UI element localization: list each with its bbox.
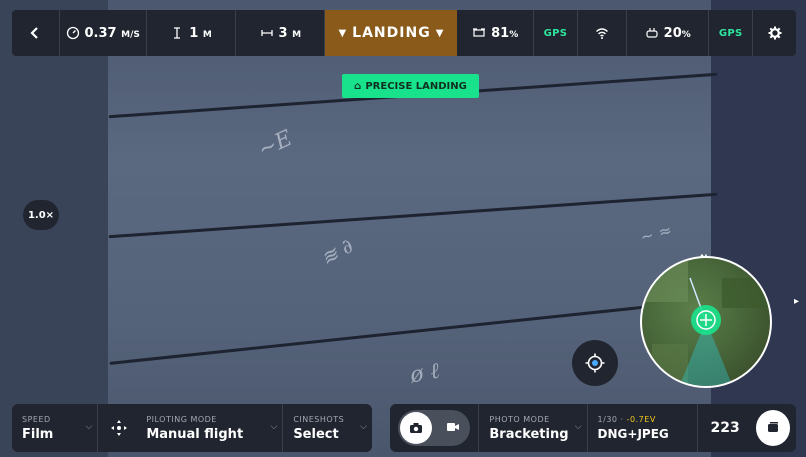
precise-landing-badge: ⌂ PRECISE LANDING	[342, 74, 479, 98]
gallery-icon	[767, 422, 778, 432]
cineshots-value: Select	[293, 426, 339, 442]
file-format: DNG+JPEG	[597, 427, 669, 441]
flight-settings-group: SPEED Film ⌵ PILOTING MODE Manual flight…	[12, 404, 372, 452]
controller-icon	[646, 28, 658, 38]
controller-gps-status: GPS	[709, 10, 754, 56]
drone-battery-value: 81	[491, 25, 510, 41]
video-icon	[447, 423, 460, 431]
feed-chalk-mark: ø ℓ	[408, 358, 442, 389]
altitude-value: 1	[189, 25, 199, 41]
drone-gps-status: GPS	[534, 10, 578, 56]
feed-crack	[109, 298, 717, 365]
feed-right-shade	[711, 0, 806, 457]
camera-icon	[400, 412, 432, 444]
drone-battery-readout: 81%	[457, 10, 534, 56]
flight-state-arrow-icon: ▼	[338, 27, 348, 39]
altitude-unit: M	[202, 29, 212, 40]
speed-mode-value: Film	[22, 426, 54, 442]
cineshots-label: CINESHOTS	[293, 414, 345, 424]
minimap[interactable]	[640, 256, 772, 388]
recenter-button[interactable]	[572, 340, 618, 386]
altitude-icon	[174, 27, 181, 39]
home-icon: ⌂	[354, 80, 362, 92]
flight-state-label: LANDING	[352, 25, 431, 41]
settings-gear-icon	[768, 26, 782, 40]
feed-chalk-mark: ~E	[254, 125, 297, 164]
back-button[interactable]	[12, 10, 60, 56]
photo-count: 223	[710, 420, 740, 436]
photo-mode-label: PHOTO MODE	[489, 414, 550, 424]
flight-state-arrow-icon: ▼	[435, 27, 445, 39]
ev-value: -0.7EV	[626, 415, 656, 424]
speed-unit: M/S	[121, 29, 140, 40]
camera-feed[interactable]: ~E ≋ ∂ ø ℓ ~ ≈	[0, 0, 806, 457]
settings-button[interactable]	[753, 10, 796, 56]
speed-value: 0.37	[84, 25, 117, 41]
altitude-readout: 1 M	[147, 10, 237, 56]
top-telemetry-bar: 0.37 M/S 1 M 3 M ▼ LANDING ▼ 81% GPS 20%…	[12, 10, 796, 56]
chevron-down-icon: ⌵	[360, 422, 367, 432]
photo-mode-value: Bracketing	[489, 426, 569, 442]
drone-battery-unit: %	[509, 29, 519, 40]
camera-settings-group: PHOTO MODE Bracketing ⌵ 1/30 · -0.7EV DN…	[390, 404, 796, 452]
speed-readout: 0.37 M/S	[60, 10, 147, 56]
photo-video-toggle[interactable]	[398, 410, 471, 446]
chevron-down-icon: ⌵	[574, 422, 582, 432]
back-icon	[30, 27, 39, 39]
speed-label: SPEED	[22, 414, 51, 424]
piloting-mode-value: Manual flight	[146, 426, 244, 442]
controller-battery-unit: %	[681, 29, 691, 40]
minimap-drone-marker	[642, 258, 770, 386]
feed-crack	[108, 192, 718, 239]
feed-left-shade	[0, 0, 108, 457]
zoom-level: 1.0×	[27, 209, 55, 221]
drone-icon	[473, 28, 486, 37]
recenter-icon	[585, 353, 605, 373]
piloting-mode-label: PILOTING MODE	[146, 414, 217, 424]
wifi-icon	[596, 28, 609, 39]
feed-chalk-mark: ~ ≈	[638, 220, 674, 247]
flight-state-button[interactable]: ▼ LANDING ▼	[325, 10, 458, 56]
controller-battery-readout: 20%	[627, 10, 710, 56]
bar-spacer	[372, 404, 390, 452]
zoom-button[interactable]: 1.0×	[23, 200, 59, 230]
shutter-speed: 1/30	[597, 415, 618, 424]
chevron-down-icon: ⌵	[85, 422, 93, 432]
precise-landing-label: PRECISE LANDING	[365, 80, 467, 92]
speed-selector[interactable]: SPEED Film ⌵	[12, 404, 99, 452]
feed-chalk-mark: ≋ ∂	[316, 233, 358, 271]
photo-mode-selector[interactable]: PHOTO MODE Bracketing ⌵	[478, 404, 588, 452]
distance-readout: 3 M	[236, 10, 326, 56]
distance-unit: M	[292, 29, 302, 40]
cineshots-selector[interactable]: CINESHOTS Select ⌵	[283, 404, 372, 452]
chevron-down-icon: ⌵	[270, 422, 278, 432]
bottom-control-bar: SPEED Film ⌵ PILOTING MODE Manual flight…	[12, 404, 796, 452]
controller-battery-value: 20	[663, 25, 682, 41]
piloting-mode-selector[interactable]: PILOTING MODE Manual flight ⌵	[98, 404, 284, 452]
gallery-button[interactable]	[755, 410, 790, 446]
distance-value: 3	[278, 25, 288, 41]
exposure-settings[interactable]: 1/30 · -0.7EV DNG+JPEG	[588, 404, 699, 452]
exposure-line: 1/30 · -0.7EV	[597, 415, 656, 424]
side-panel-expand-icon[interactable]: ▸	[794, 296, 799, 307]
distance-icon	[260, 30, 273, 36]
speed-gauge-icon	[66, 26, 79, 40]
move-icon	[111, 420, 128, 436]
wifi-status	[578, 10, 628, 56]
